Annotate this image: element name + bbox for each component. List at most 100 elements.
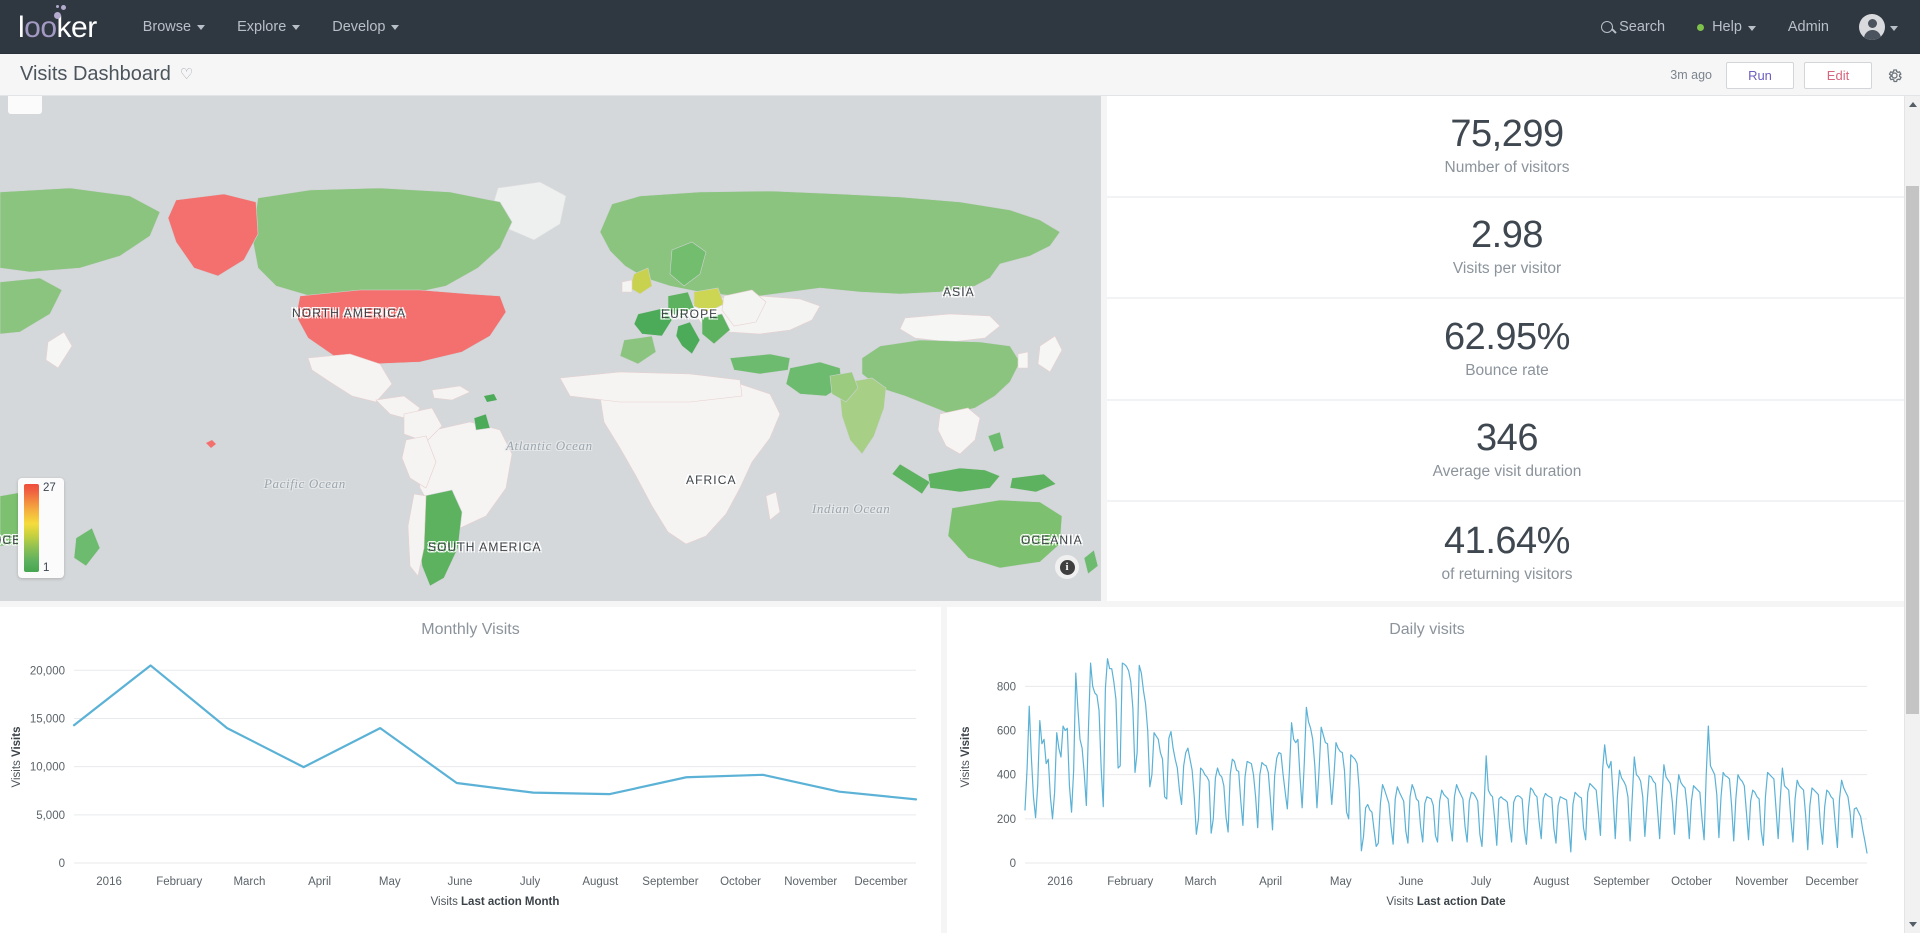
svg-text:May: May xyxy=(379,876,401,888)
admin-link[interactable]: Admin xyxy=(1772,0,1845,54)
svg-text:February: February xyxy=(1107,876,1153,888)
svg-text:July: July xyxy=(520,876,541,888)
avatar-head-icon xyxy=(1868,19,1877,28)
page-title-text: Visits Dashboard xyxy=(20,63,171,86)
chevron-down-icon xyxy=(197,25,205,30)
world-map-svg xyxy=(0,96,1104,604)
daily-visits-plot-area: 02004006008002016FebruaryMarchAprilMayJu… xyxy=(947,639,1907,919)
world-map-tile[interactable]: NORTH AMERICA SOUTH AMERICA EUROPE AFRIC… xyxy=(0,96,1104,604)
svg-text:Visits Visits: Visits Visits xyxy=(11,727,23,788)
dashboard-header: Visits Dashboard ♡ 3m ago Run Edit xyxy=(0,54,1920,96)
kpi-label: Number of visitors xyxy=(1445,159,1570,177)
country-korea xyxy=(1018,352,1028,368)
nav-item-develop-label: Develop xyxy=(332,19,385,35)
monthly-visits-chart-tile[interactable]: Monthly Visits 05,00010,00015,00020,0002… xyxy=(0,607,944,933)
run-button[interactable]: Run xyxy=(1726,62,1794,89)
legend-gradient-bar xyxy=(24,484,39,572)
search-button[interactable]: Search xyxy=(1585,0,1681,54)
nav-item-explore-label: Explore xyxy=(237,19,286,35)
svg-text:Visits Last action Date: Visits Last action Date xyxy=(1386,896,1505,908)
svg-text:November: November xyxy=(1735,876,1788,888)
svg-text:5,000: 5,000 xyxy=(36,810,65,822)
avatar-body-icon xyxy=(1864,30,1881,40)
svg-text:10,000: 10,000 xyxy=(30,762,65,774)
chevron-down-icon xyxy=(292,25,300,30)
svg-text:December: December xyxy=(854,876,907,888)
svg-text:March: March xyxy=(233,876,265,888)
svg-text:April: April xyxy=(1259,876,1282,888)
nav-item-explore[interactable]: Explore xyxy=(221,0,316,54)
chevron-up-icon[interactable] xyxy=(1905,96,1920,113)
svg-text:June: June xyxy=(447,876,472,888)
country-mongolia xyxy=(900,314,1000,342)
help-menu[interactable]: Help xyxy=(1681,0,1772,54)
svg-text:800: 800 xyxy=(997,681,1016,693)
svg-text:May: May xyxy=(1330,876,1352,888)
vertical-scrollbar[interactable] xyxy=(1904,96,1920,933)
svg-text:June: June xyxy=(1398,876,1423,888)
nav-item-develop[interactable]: Develop xyxy=(316,0,415,54)
kpi-single-value-tile: 75,299 Number of visitors 2.98 Visits pe… xyxy=(1107,96,1907,604)
dashboard-content: NORTH AMERICA SOUTH AMERICA EUROPE AFRIC… xyxy=(0,96,1920,933)
svg-text:Visits Last action Month: Visits Last action Month xyxy=(431,896,560,908)
dashboard-header-actions: 3m ago Run Edit xyxy=(1670,54,1906,96)
svg-text:0: 0 xyxy=(1010,858,1016,870)
logo-text-part2: oo xyxy=(24,11,56,44)
country-ireland xyxy=(622,280,632,292)
svg-text:December: December xyxy=(1805,876,1858,888)
info-icon-glyph: i xyxy=(1060,560,1075,575)
kpi-card-visits-per-visitor[interactable]: 2.98 Visits per visitor xyxy=(1107,198,1907,300)
nav-right-group: Search Help Admin xyxy=(1585,0,1906,54)
kpi-card-bounce-rate[interactable]: 62.95% Bounce rate xyxy=(1107,299,1907,401)
svg-text:August: August xyxy=(582,876,619,888)
svg-text:July: July xyxy=(1471,876,1492,888)
chart-title: Monthly Visits xyxy=(0,607,941,639)
map-color-legend: 27 1 xyxy=(18,478,64,578)
kpi-label: Average visit duration xyxy=(1433,463,1582,481)
kpi-value: 75,299 xyxy=(1450,115,1563,155)
search-icon xyxy=(1601,21,1613,33)
svg-text:April: April xyxy=(308,876,331,888)
scrollbar-thumb[interactable] xyxy=(1906,186,1919,714)
looker-logo[interactable]: looker xyxy=(18,11,97,43)
kpi-card-average-visit-duration[interactable]: 346 Average visit duration xyxy=(1107,401,1907,503)
legend-max-value: 27 xyxy=(43,482,56,494)
user-menu-chevron-down-icon[interactable] xyxy=(1890,26,1898,31)
kpi-card-number-of-visitors[interactable]: 75,299 Number of visitors xyxy=(1107,96,1907,198)
page-title: Visits Dashboard ♡ xyxy=(20,63,193,86)
kpi-value: 41.64% xyxy=(1444,522,1570,562)
help-status-dot-icon xyxy=(1697,24,1704,31)
kpi-label: of returning visitors xyxy=(1442,566,1573,584)
svg-text:600: 600 xyxy=(997,726,1016,738)
gear-icon[interactable] xyxy=(1886,67,1903,84)
svg-text:March: March xyxy=(1184,876,1216,888)
svg-text:November: November xyxy=(784,876,837,888)
kpi-value: 346 xyxy=(1476,419,1538,459)
help-label: Help xyxy=(1712,19,1742,35)
svg-text:Visits Visits: Visits Visits xyxy=(960,727,972,788)
daily-visits-svg: 02004006008002016FebruaryMarchAprilMayJu… xyxy=(947,639,1907,919)
heart-icon[interactable]: ♡ xyxy=(180,67,193,82)
monthly-visits-svg: 05,00010,00015,00020,0002016FebruaryMarc… xyxy=(0,639,944,919)
country-turkey xyxy=(730,354,790,374)
daily-visits-chart-tile[interactable]: Daily visits 02004006008002016FebruaryMa… xyxy=(947,607,1907,933)
svg-text:October: October xyxy=(1671,876,1712,888)
logo-text-part3: ker xyxy=(57,11,97,44)
chart-title: Daily visits xyxy=(947,607,1907,639)
nav-item-browse[interactable]: Browse xyxy=(127,0,221,54)
chevron-down-icon xyxy=(1748,26,1756,31)
edit-button[interactable]: Edit xyxy=(1804,62,1872,89)
svg-text:0: 0 xyxy=(59,858,65,870)
kpi-card-returning-visitors[interactable]: 41.64% of returning visitors xyxy=(1107,502,1907,604)
svg-text:February: February xyxy=(156,876,202,888)
info-icon[interactable]: i xyxy=(1055,555,1079,579)
chevron-down-icon[interactable] xyxy=(1905,916,1920,933)
avatar[interactable] xyxy=(1859,14,1885,40)
kpi-value: 2.98 xyxy=(1471,216,1543,256)
search-label: Search xyxy=(1619,19,1665,35)
chevron-down-icon xyxy=(391,25,399,30)
last-run-timestamp: 3m ago xyxy=(1670,68,1712,82)
legend-min-value: 1 xyxy=(43,562,49,574)
svg-text:October: October xyxy=(720,876,761,888)
svg-text:August: August xyxy=(1533,876,1570,888)
